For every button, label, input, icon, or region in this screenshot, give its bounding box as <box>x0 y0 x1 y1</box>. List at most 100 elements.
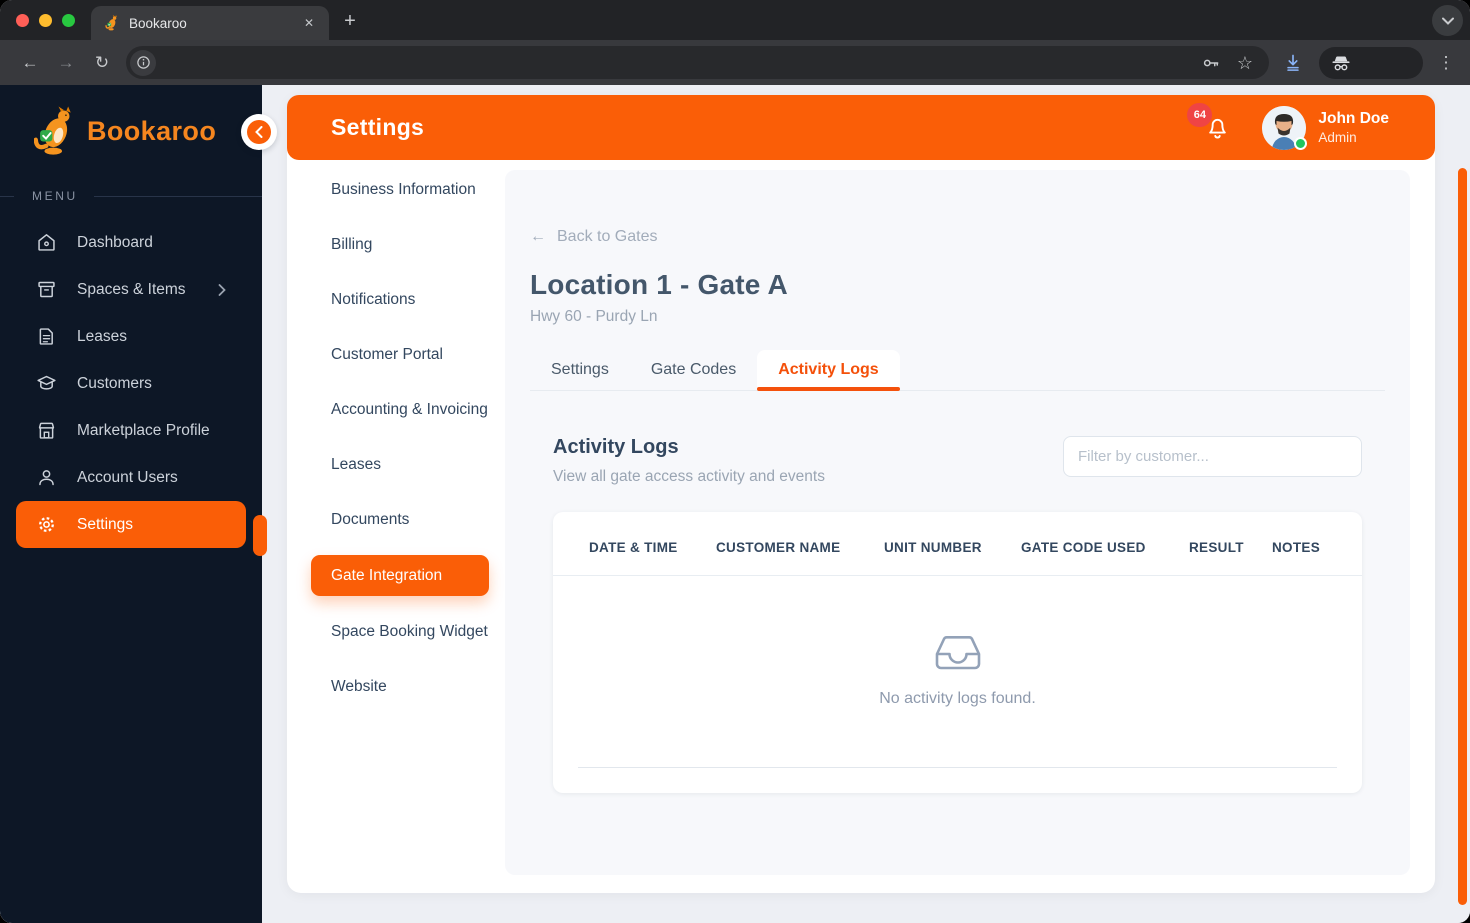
home-icon <box>38 234 55 251</box>
col-unit-number: UNIT NUMBER <box>884 512 1021 576</box>
browser-window: Bookaroo ✕ + ← → ↻ ☆ ⋮ Bookaroo MENU Das… <box>0 0 1470 923</box>
forward-button[interactable]: → <box>51 48 81 78</box>
sidebar-item-marketplace-profile[interactable]: Marketplace Profile <box>16 407 246 454</box>
browser-toolbar: ← → ↻ ☆ ⋮ <box>0 40 1470 85</box>
minimize-window-button[interactable] <box>39 13 52 27</box>
notification-badge: 64 <box>1187 102 1213 127</box>
document-icon <box>39 328 53 345</box>
downloads-icon[interactable] <box>1278 48 1308 78</box>
empty-state-row: No activity logs found. <box>553 576 1362 768</box>
user-role: Admin <box>1318 130 1357 145</box>
chevron-down-icon <box>1441 17 1454 25</box>
page-title-header: Settings <box>331 114 425 140</box>
settings-nav-space-booking-widget[interactable]: Space Booking Widget <box>287 620 505 643</box>
settings-nav-notifications[interactable]: Notifications <box>287 288 505 311</box>
sidebar-item-label: Settings <box>77 515 134 533</box>
settings-nav-accounting-invoicing[interactable]: Accounting & Invoicing <box>287 398 505 421</box>
settings-nav-documents[interactable]: Documents <box>287 508 505 531</box>
browser-tabstrip: Bookaroo ✕ + <box>0 0 1470 40</box>
sidebar-item-customers[interactable]: Customers <box>16 360 246 407</box>
brand-name: Bookaroo <box>87 115 217 146</box>
back-link-label: Back to Gates <box>557 228 658 245</box>
site-info-icon[interactable] <box>130 49 156 76</box>
section-title: Activity Logs <box>553 436 679 458</box>
app-viewport: Bookaroo MENU Dashboard Spaces & Items L… <box>0 85 1470 923</box>
sidebar-item-label: Account Users <box>77 468 178 486</box>
empty-state: No activity logs found. <box>578 576 1337 768</box>
sidebar-item-dashboard[interactable]: Dashboard <box>16 219 246 266</box>
tab-title: Bookaroo <box>129 15 187 31</box>
incognito-profile-pill[interactable] <box>1319 46 1423 79</box>
tab-close-icon[interactable]: ✕ <box>299 13 319 33</box>
sidebar-collapse-button[interactable] <box>241 114 277 150</box>
settings-panel: Settings 64 John Doe Admin Business Info… <box>287 95 1435 893</box>
col-date-time: DATE & TIME <box>553 512 716 576</box>
sidebar-item-account-users[interactable]: Account Users <box>16 454 246 501</box>
empty-state-text: No activity logs found. <box>879 689 1036 707</box>
address-bar[interactable]: ☆ <box>126 46 1269 79</box>
gate-detail-panel: ← Back to Gates Location 1 - Gate A Hwy … <box>505 170 1410 875</box>
traffic-lights <box>0 0 91 40</box>
settings-nav-website[interactable]: Website <box>287 675 505 698</box>
customers-icon <box>37 375 56 390</box>
browser-tab-bookaroo[interactable]: Bookaroo ✕ <box>91 6 329 40</box>
passwords-key-icon[interactable] <box>1199 51 1223 75</box>
gate-title: Location 1 - Gate A <box>530 269 788 300</box>
settings-sub-nav: Business Information Billing Notificatio… <box>287 178 505 698</box>
gear-icon <box>39 517 54 532</box>
kangaroo-logo-icon <box>34 105 76 157</box>
col-customer-name: CUSTOMER NAME <box>716 512 884 576</box>
back-to-gates-link[interactable]: ← Back to Gates <box>530 228 1385 246</box>
settings-nav-billing[interactable]: Billing <box>287 233 505 256</box>
back-button[interactable]: ← <box>15 48 45 78</box>
tab-activity-logs[interactable]: Activity Logs <box>757 350 901 391</box>
gate-tabs: Settings Gate Codes Activity Logs <box>530 350 1385 391</box>
settings-nav-customer-portal[interactable]: Customer Portal <box>287 343 505 366</box>
user-name: John Doe <box>1318 110 1389 127</box>
close-window-button[interactable] <box>16 13 29 27</box>
tab-settings[interactable]: Settings <box>530 350 630 390</box>
gate-address: Hwy 60 - Purdy Ln <box>530 308 658 325</box>
user-avatar[interactable] <box>1262 105 1308 150</box>
box-icon <box>38 281 55 298</box>
notifications-button[interactable]: 64 <box>1187 102 1232 142</box>
page-scrollbar[interactable] <box>1458 168 1467 905</box>
activity-logs-table-card: DATE & TIME CUSTOMER NAME UNIT NUMBER GA… <box>553 512 1362 793</box>
zoom-window-button[interactable] <box>62 13 75 27</box>
settings-active-notch <box>253 515 267 556</box>
sidebar-item-label: Marketplace Profile <box>77 421 210 439</box>
bookmark-star-icon[interactable]: ☆ <box>1233 51 1257 75</box>
settings-nav-business-information[interactable]: Business Information <box>287 178 505 201</box>
sidebar-item-label: Leases <box>77 327 127 345</box>
empty-inbox-icon <box>935 635 980 669</box>
reload-button[interactable]: ↻ <box>87 48 117 78</box>
section-subtitle: View all gate access activity and events <box>553 468 825 485</box>
tab-gate-codes[interactable]: Gate Codes <box>630 350 757 390</box>
settings-nav-gate-integration[interactable]: Gate Integration <box>311 555 489 596</box>
sidebar-item-label: Dashboard <box>77 233 153 251</box>
sidebar: Bookaroo MENU Dashboard Spaces & Items L… <box>0 85 262 923</box>
section-heading: Activity Logs View all gate access activ… <box>553 436 825 486</box>
back-arrow-icon: ← <box>530 228 546 245</box>
sidebar-item-label: Spaces & Items <box>77 280 186 298</box>
user-meta: John Doe Admin <box>1318 110 1389 145</box>
incognito-icon <box>1332 56 1350 70</box>
activity-logs-section: Activity Logs View all gate access activ… <box>553 436 1362 793</box>
new-tab-button[interactable]: + <box>335 6 365 36</box>
col-result: RESULT <box>1189 512 1272 576</box>
browser-menu-icon[interactable]: ⋮ <box>1434 53 1458 73</box>
sidebar-item-label: Customers <box>77 374 152 392</box>
sidebar-nav: Dashboard Spaces & Items Leases Customer… <box>0 219 262 548</box>
settings-nav-leases[interactable]: Leases <box>287 453 505 476</box>
brand-logo[interactable]: Bookaroo <box>0 85 262 157</box>
tab-favicon-kangaroo-icon <box>104 15 120 31</box>
col-notes: NOTES <box>1272 512 1362 576</box>
online-status-dot <box>1294 136 1308 150</box>
sidebar-item-leases[interactable]: Leases <box>16 313 246 360</box>
activity-logs-table: DATE & TIME CUSTOMER NAME UNIT NUMBER GA… <box>553 512 1362 768</box>
tab-overflow-button[interactable] <box>1432 5 1463 36</box>
sidebar-item-settings[interactable]: Settings <box>16 501 246 548</box>
sidebar-item-spaces-items[interactable]: Spaces & Items <box>16 266 246 313</box>
filter-customer-input[interactable] <box>1063 436 1362 477</box>
chevron-right-icon <box>218 283 226 296</box>
